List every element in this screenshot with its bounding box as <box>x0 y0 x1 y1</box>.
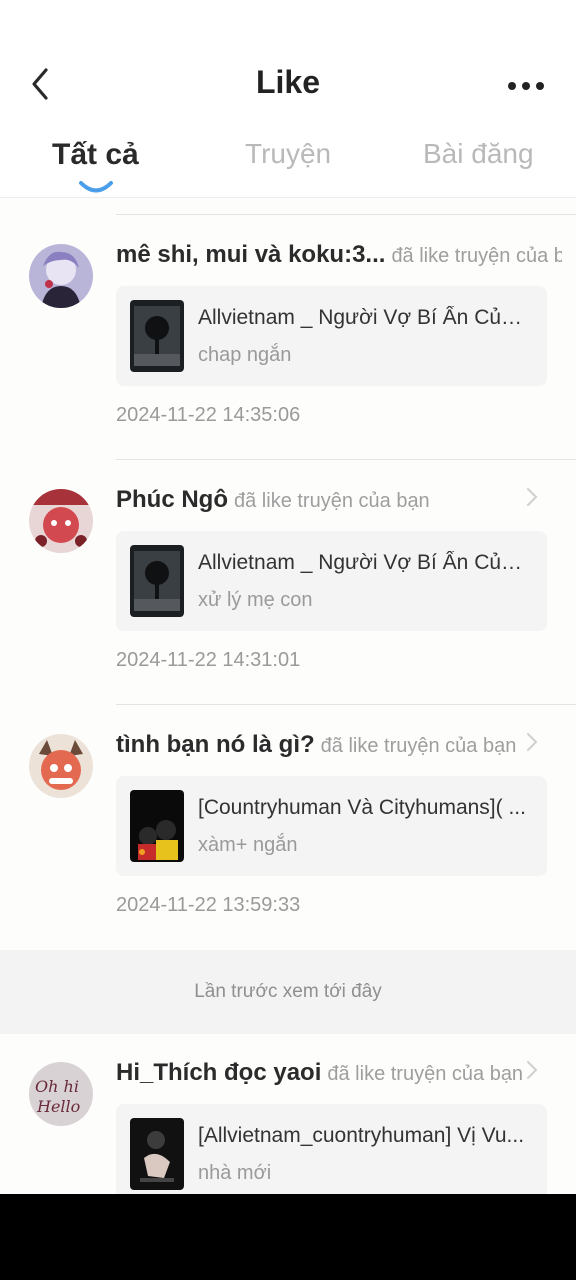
more-options-icon[interactable] <box>506 74 546 98</box>
chapter-name: xàm+ ngắn <box>198 834 298 856</box>
username[interactable]: Phúc Ngô <box>116 486 228 513</box>
story-card[interactable]: Allvietnam _ Người Vợ Bí Ẩn Của ... chap… <box>116 286 547 386</box>
action-text: đã like truyện của bạn <box>234 490 430 512</box>
item-separator <box>116 704 576 705</box>
story-card[interactable]: [Allvietnam_cuontryhuman] Vị Vu... nhà m… <box>116 1104 547 1194</box>
app-header: Like Tất cả Truyện Bài đăng <box>0 0 576 200</box>
system-navigation-bar <box>0 1194 576 1280</box>
story-card[interactable]: [Countryhuman Và Cityhumans]( ... xàm+ n… <box>116 776 547 876</box>
avatar[interactable] <box>29 734 93 798</box>
story-title: Allvietnam _ Người Vợ Bí Ẩn Của ... <box>198 306 533 329</box>
story-title: Allvietnam _ Người Vợ Bí Ẩn Của ... <box>198 551 533 574</box>
timestamp: 2024-11-22 13:59:33 <box>116 894 301 916</box>
username[interactable]: tình bạn nó là gì? <box>116 731 315 758</box>
tab-posts[interactable]: Bài đăng <box>423 138 534 170</box>
chevron-right-icon[interactable] <box>526 732 538 752</box>
username[interactable]: Hi_Thích đọc yaoi <box>116 1059 321 1086</box>
svg-text:Oh hi: Oh hi <box>35 1077 79 1096</box>
page-title: Like <box>255 64 321 100</box>
avatar[interactable] <box>29 244 93 308</box>
chevron-right-icon[interactable] <box>526 1060 538 1080</box>
list-item[interactable]: Phúc Ngô đã like truyện của bạn Allvietna… <box>0 459 576 704</box>
story-card[interactable]: Allvietnam _ Người Vợ Bí Ẩn Của ... xử l… <box>116 531 547 631</box>
story-cover <box>130 300 184 372</box>
story-cover <box>130 790 184 862</box>
svg-text:Hello: Hello <box>36 1097 80 1116</box>
avatar[interactable]: Oh hi Hello <box>29 1062 93 1126</box>
item-separator <box>116 459 576 460</box>
list-item[interactable]: tình bạn nó là gì? đã like truyện của bạn… <box>0 704 576 949</box>
action-text: đã like truyện của bạn <box>327 1063 524 1085</box>
story-cover <box>130 1118 184 1190</box>
chapter-name: nhà mới <box>198 1162 272 1184</box>
last-seen-divider: Lần trước xem tới đây <box>0 950 576 1034</box>
item-separator <box>116 214 576 215</box>
active-tab-indicator <box>79 181 113 193</box>
timestamp: 2024-11-22 14:35:06 <box>116 404 301 426</box>
chapter-name: chap ngắn <box>198 344 292 366</box>
tab-stories[interactable]: Truyện <box>245 138 331 170</box>
avatar[interactable] <box>29 489 93 553</box>
tab-all[interactable]: Tất cả <box>52 138 139 172</box>
chevron-right-icon[interactable] <box>526 487 538 507</box>
story-title: [Allvietnam_cuontryhuman] Vị Vu... <box>198 1124 525 1147</box>
chapter-name: xử lý mẹ con <box>198 589 313 611</box>
username[interactable]: mê shi, mui và koku:3... <box>116 241 385 268</box>
like-list[interactable]: mê shi, mui và koku:3... đã like truyện c… <box>0 198 576 1194</box>
story-cover <box>130 545 184 617</box>
list-item[interactable]: Oh hi Hello Hi_Thích đọc yaoi đã like tru… <box>0 1034 576 1194</box>
action-text: đã like truyện của bạn <box>391 245 562 267</box>
list-item[interactable]: mê shi, mui và koku:3... đã like truyện c… <box>0 214 576 459</box>
action-text: đã like truyện của bạn <box>320 735 517 757</box>
story-title: [Countryhuman Và Cityhumans]( ... <box>198 796 526 819</box>
timestamp: 2024-11-22 14:31:01 <box>116 649 301 671</box>
